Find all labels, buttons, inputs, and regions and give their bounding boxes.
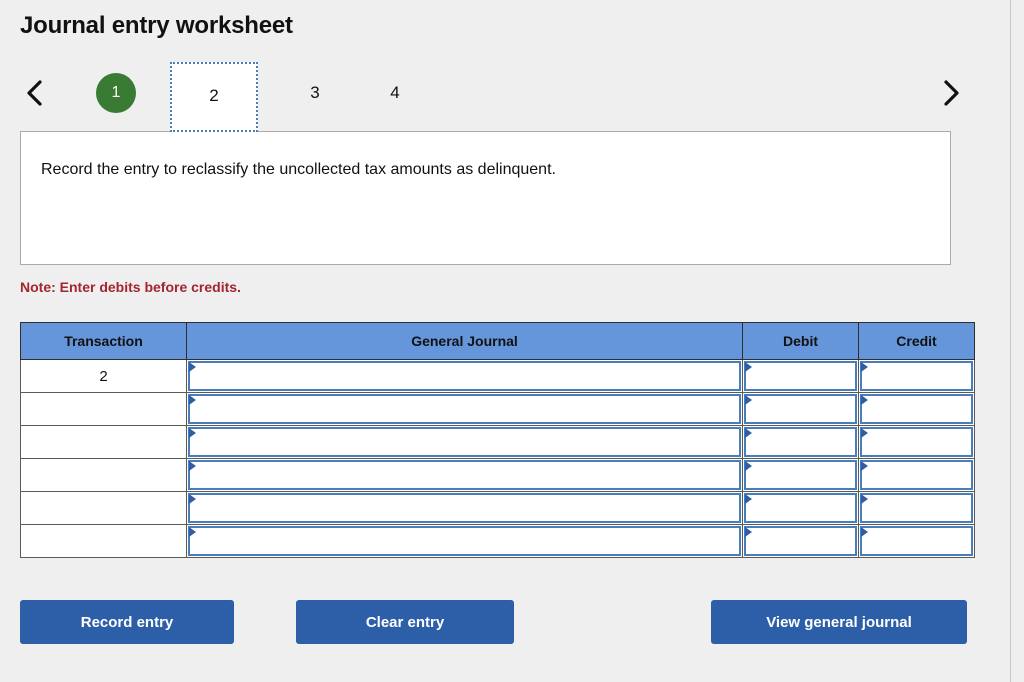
debit-cell[interactable] [742, 458, 859, 492]
credit-input-wrap [859, 492, 974, 524]
transaction-number-cell [20, 425, 187, 459]
credit-input-1[interactable] [860, 361, 973, 391]
credit-cell[interactable] [858, 458, 975, 492]
tab-1-label: 1 [96, 73, 136, 113]
chevron-right-icon[interactable] [930, 62, 972, 124]
record-entry-button[interactable]: Record entry [20, 600, 234, 644]
entry-description-text: Record the entry to reclassify the uncol… [41, 161, 556, 178]
journal-entry-table: Transaction General Journal Debit Credit… [20, 322, 975, 558]
general-journal-input-wrap [187, 492, 742, 524]
column-header-transaction: Transaction [20, 322, 187, 360]
column-header-general-journal: General Journal [186, 322, 743, 360]
right-gutter [1012, 0, 1024, 682]
credit-input-wrap [859, 393, 974, 425]
general-journal-input-wrap [187, 426, 742, 458]
general-journal-input-3[interactable] [188, 427, 741, 457]
debit-cell[interactable] [742, 359, 859, 393]
table-row [20, 524, 975, 558]
credit-cell[interactable] [858, 491, 975, 525]
debit-input-6[interactable] [744, 526, 857, 556]
credit-input-wrap [859, 360, 974, 392]
debit-input-2[interactable] [744, 394, 857, 424]
general-journal-cell[interactable] [186, 458, 743, 492]
credit-input-wrap [859, 426, 974, 458]
debit-input-wrap [743, 492, 858, 524]
table-header-row: Transaction General Journal Debit Credit [20, 322, 975, 360]
tab-1[interactable]: 1 [92, 62, 140, 124]
general-journal-input-1[interactable] [188, 361, 741, 391]
tab-2-label: 2 [209, 86, 219, 105]
credit-cell[interactable] [858, 392, 975, 426]
column-header-debit: Debit [742, 322, 859, 360]
credit-cell[interactable] [858, 359, 975, 393]
general-journal-input-6[interactable] [188, 526, 741, 556]
table-row: 2 [20, 359, 975, 393]
tab-3[interactable]: 3 [290, 62, 340, 124]
general-journal-cell[interactable] [186, 491, 743, 525]
credit-cell[interactable] [858, 524, 975, 558]
transaction-number-cell [20, 524, 187, 558]
debit-input-1[interactable] [744, 361, 857, 391]
table-row [20, 425, 975, 459]
credit-input-6[interactable] [860, 526, 973, 556]
credit-input-5[interactable] [860, 493, 973, 523]
general-journal-input-wrap [187, 360, 742, 392]
debit-cell[interactable] [742, 524, 859, 558]
credit-input-2[interactable] [860, 394, 973, 424]
general-journal-input-5[interactable] [188, 493, 741, 523]
debits-before-credits-note: Note: Enter debits before credits. [20, 279, 241, 295]
debit-input-wrap [743, 360, 858, 392]
tab-2[interactable]: 2 [170, 62, 258, 132]
debit-input-wrap [743, 459, 858, 491]
transaction-number-cell: 2 [20, 359, 187, 393]
tab-4[interactable]: 4 [370, 62, 420, 124]
general-journal-input-4[interactable] [188, 460, 741, 490]
transaction-number-cell [20, 491, 187, 525]
credit-input-wrap [859, 525, 974, 557]
tab-4-label: 4 [390, 83, 400, 102]
credit-input-3[interactable] [860, 427, 973, 457]
debit-input-4[interactable] [744, 460, 857, 490]
chevron-left-icon[interactable] [14, 62, 56, 124]
table-row [20, 392, 975, 426]
general-journal-input-wrap [187, 459, 742, 491]
table-row [20, 491, 975, 525]
general-journal-input-2[interactable] [188, 394, 741, 424]
general-journal-cell[interactable] [186, 425, 743, 459]
credit-input-4[interactable] [860, 460, 973, 490]
general-journal-cell[interactable] [186, 359, 743, 393]
general-journal-cell[interactable] [186, 524, 743, 558]
table-row [20, 458, 975, 492]
clear-entry-button[interactable]: Clear entry [296, 600, 514, 644]
debit-input-wrap [743, 393, 858, 425]
column-header-credit: Credit [858, 322, 975, 360]
debit-input-5[interactable] [744, 493, 857, 523]
entry-description-panel: Record the entry to reclassify the uncol… [20, 131, 951, 265]
transaction-number-cell [20, 458, 187, 492]
credit-input-wrap [859, 459, 974, 491]
debit-input-wrap [743, 525, 858, 557]
debit-input-wrap [743, 426, 858, 458]
general-journal-cell[interactable] [186, 392, 743, 426]
tab-3-label: 3 [310, 83, 320, 102]
debit-input-3[interactable] [744, 427, 857, 457]
debit-cell[interactable] [742, 425, 859, 459]
view-general-journal-button[interactable]: View general journal [711, 600, 967, 644]
debit-cell[interactable] [742, 392, 859, 426]
credit-cell[interactable] [858, 425, 975, 459]
general-journal-input-wrap [187, 393, 742, 425]
transaction-number-cell [20, 392, 187, 426]
journal-entry-tab-strip: 1 2 3 4 [0, 62, 1011, 132]
page-title: Journal entry worksheet [20, 12, 293, 39]
general-journal-input-wrap [187, 525, 742, 557]
debit-cell[interactable] [742, 491, 859, 525]
worksheet-page: Journal entry worksheet 1 2 3 4 Record t… [0, 0, 1011, 682]
